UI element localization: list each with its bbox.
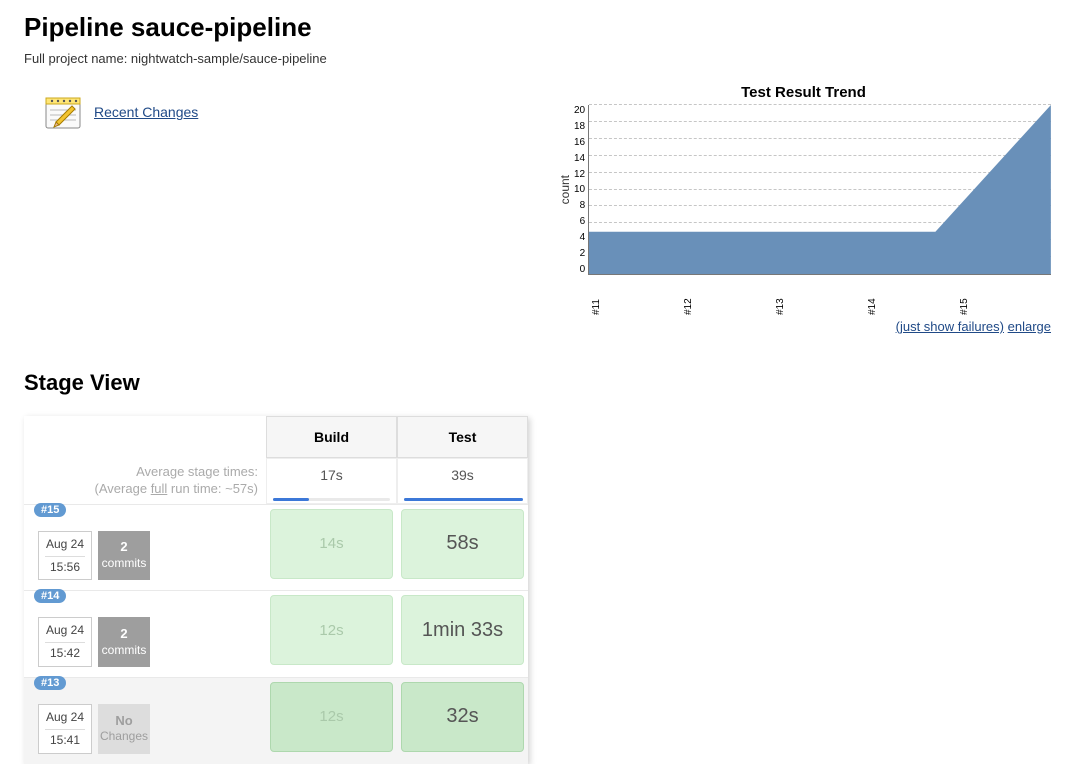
- test-result-chart: count 20181614121086420: [556, 105, 1051, 295]
- build-row[interactable]: #13 Aug 2415:41 NoChanges 12s 32s: [24, 677, 528, 764]
- avg-test-time: 39s: [397, 458, 528, 504]
- build-date: Aug 2415:42: [38, 617, 92, 667]
- just-show-failures-link[interactable]: (just show failures): [896, 319, 1004, 334]
- chart-title: Test Result Trend: [556, 84, 1051, 101]
- build-date: Aug 2415:41: [38, 704, 92, 754]
- stage-cell-build[interactable]: 12s: [270, 682, 393, 752]
- build-row[interactable]: #15 Aug 2415:56 2commits 14s 58s: [24, 504, 528, 591]
- enlarge-chart-link[interactable]: enlarge: [1008, 319, 1051, 334]
- recent-changes-link[interactable]: Recent Changes: [94, 104, 198, 120]
- stage-column-build: Build: [266, 416, 397, 458]
- commits-count: NoChanges: [98, 704, 150, 754]
- build-number-badge[interactable]: #13: [34, 676, 66, 690]
- notepad-icon: [42, 92, 84, 132]
- stage-cell-test[interactable]: 58s: [401, 509, 524, 579]
- build-row[interactable]: #14 Aug 2415:42 2commits 12s 1min 33s: [24, 590, 528, 677]
- page-title: Pipeline sauce-pipeline: [24, 12, 1051, 43]
- stage-view-table: Build Test Average stage times: (Average…: [24, 416, 528, 764]
- stage-cell-test[interactable]: 1min 33s: [401, 595, 524, 665]
- stage-cell-build[interactable]: 12s: [270, 595, 393, 665]
- stage-column-test: Test: [397, 416, 528, 458]
- stage-cell-build[interactable]: 14s: [270, 509, 393, 579]
- chart-ylabel: count: [556, 175, 574, 204]
- stage-view-heading: Stage View: [24, 370, 1051, 396]
- avg-build-time: 17s: [266, 458, 397, 504]
- avg-stage-times-label: Average stage times: (Average full run t…: [24, 458, 266, 504]
- commits-count[interactable]: 2commits: [98, 531, 150, 581]
- build-date: Aug 2415:56: [38, 531, 92, 581]
- stage-cell-test[interactable]: 32s: [401, 682, 524, 752]
- build-number-badge[interactable]: #15: [34, 503, 66, 517]
- project-full-name: Full project name: nightwatch-sample/sau…: [24, 51, 1051, 66]
- build-number-badge[interactable]: #14: [34, 589, 66, 603]
- commits-count[interactable]: 2commits: [98, 617, 150, 667]
